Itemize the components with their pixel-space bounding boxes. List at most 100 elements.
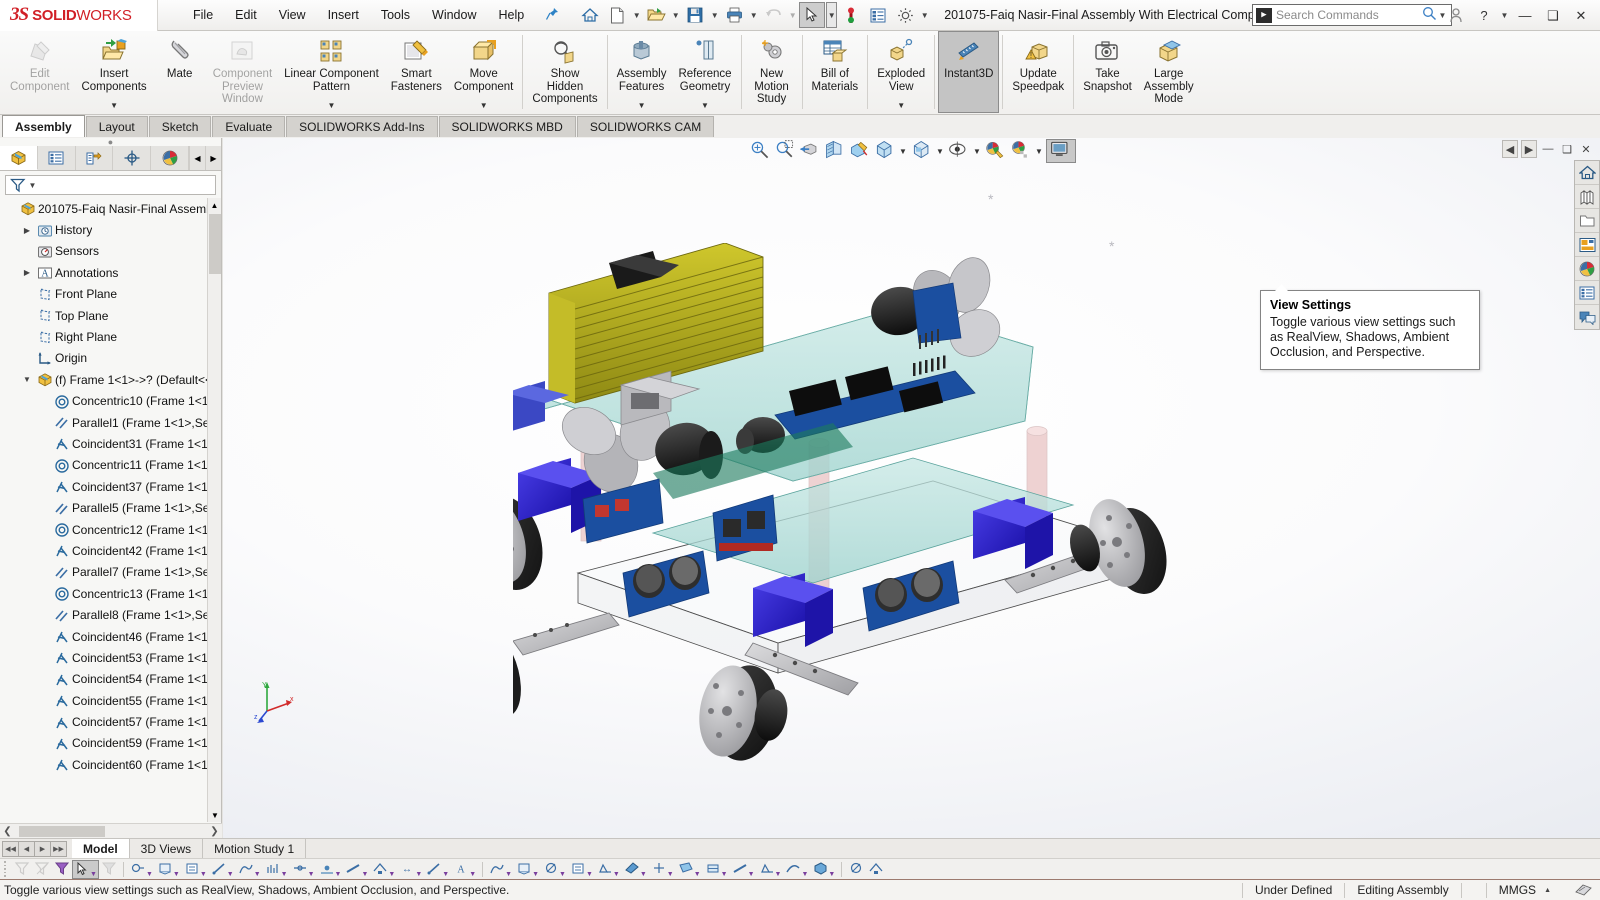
command-tab-layout[interactable]: Layout (85, 116, 148, 137)
selection-filter-filter-solid-bodies[interactable]: ▼ (236, 860, 263, 879)
selection-filter-filter-tables[interactable]: ▼ (595, 860, 622, 879)
filter-caret-icon[interactable]: ▼ (200, 871, 207, 878)
tree-node[interactable]: Top Plane (0, 305, 221, 326)
tree-filter-input[interactable]: ▼ (5, 175, 216, 195)
tree-vertical-scrollbar[interactable]: ▲ ▼ (207, 198, 221, 822)
tree-hscroll-thumb[interactable] (19, 825, 105, 837)
tab-scroll-left-button[interactable]: ◀ (189, 146, 205, 170)
tree-node[interactable]: Parallel7 (Frame 1<1>,Serv (0, 562, 221, 583)
ribbon-button-exploded-view[interactable]: Exploded View ▼ (871, 31, 931, 113)
filter-caret-icon[interactable]: ▼ (227, 871, 234, 878)
menu-tools[interactable]: Tools (370, 4, 421, 26)
command-tab-assembly[interactable]: Assembly (2, 115, 85, 137)
view-toolbar-edit-appearance[interactable] (984, 140, 1008, 162)
filter-caret-icon[interactable]: ▼ (801, 871, 808, 878)
selection-filter-filter-connection-points[interactable]: ▼ (676, 860, 703, 879)
command-tab-sketch[interactable]: Sketch (148, 116, 212, 137)
filter-caret-icon[interactable]: ▼ (415, 871, 422, 878)
tab-scroll-right-button[interactable]: ▶ (205, 146, 221, 170)
filter-caret-icon[interactable]: ▼ (748, 871, 755, 878)
open-folder-icon[interactable] (643, 2, 669, 28)
filter-caret-icon[interactable]: ▼ (442, 871, 449, 878)
command-tab-solidworks-cam[interactable]: SOLIDWORKS CAM (576, 116, 715, 137)
minimize-icon[interactable]: — (1512, 3, 1538, 29)
view-toolbar-caret-icon[interactable]: ▼ (935, 147, 946, 156)
filter-caret-icon[interactable]: ▼ (27, 181, 38, 190)
selection-filter-filter-planes[interactable]: ▼ (290, 860, 317, 879)
selection-filter-filter-edges[interactable]: ▼ (155, 860, 182, 879)
view-toolbar-zoom-to-fit[interactable] (748, 140, 772, 162)
view-palette-icon[interactable] (1575, 233, 1599, 257)
filter-caret-icon[interactable]: ▼ (775, 871, 782, 878)
ribbon-button-smart-fasteners[interactable]: Smart Fasteners (385, 31, 448, 113)
pin-icon[interactable] (545, 7, 559, 24)
overlay-icon[interactable] (1563, 883, 1600, 898)
units-caret-icon[interactable]: ▲ (1544, 887, 1551, 894)
previous-document-icon[interactable]: ◀ (1502, 140, 1518, 158)
filter-caret-icon[interactable]: ▼ (586, 871, 593, 878)
filter-caret-icon[interactable]: ▼ (532, 871, 539, 878)
ribbon-button-update-speedpak[interactable]: ! Update Speedpak (1006, 31, 1070, 113)
menu-help[interactable]: Help (488, 4, 536, 26)
ribbon-button-instant3d[interactable]: Instant3D (938, 31, 1000, 113)
selection-filter-filter-toggle-selected[interactable] (866, 860, 886, 879)
selection-filter-filter-dimensions[interactable]: ▼ (424, 860, 451, 879)
help-caret-icon[interactable]: ▼ (1499, 11, 1510, 20)
filter-caret-icon[interactable]: ▼ (173, 871, 180, 878)
property-manager-tab[interactable] (37, 146, 76, 170)
ribbon-button-show-hidden-components[interactable]: Show Hidden Components (526, 31, 603, 113)
selection-filter-filter-notes[interactable]: ▼ (487, 860, 514, 879)
tree-node[interactable]: Parallel1 (Frame 1<1>,Serv (0, 412, 221, 433)
selection-filter-filter-measure[interactable]: ▼ (810, 860, 837, 879)
tree-node[interactable]: Concentric10 (Frame 1<1> (0, 391, 221, 412)
tree-node[interactable]: Coincident53 (Frame 1<1> (0, 647, 221, 668)
filter-caret-icon[interactable]: ▼ (667, 871, 674, 878)
configuration-manager-tab[interactable] (75, 146, 114, 170)
ribbon-dropdown-caret-icon[interactable]: ▼ (110, 101, 118, 110)
ribbon-dropdown-caret-icon[interactable]: ▼ (897, 101, 905, 110)
tree-node[interactable]: Coincident37 (Frame 1<1> (0, 476, 221, 497)
filter-caret-icon[interactable]: ▼ (828, 871, 835, 878)
first-tab-button[interactable]: ◀◀ (2, 840, 19, 857)
solidworks-resources-icon[interactable] (1575, 161, 1599, 185)
tree-scroll-down-button[interactable]: ▼ (208, 808, 222, 822)
tree-node[interactable]: Coincident60 (Frame 1<1> (0, 754, 221, 775)
search-icon[interactable] (1422, 6, 1437, 24)
tree-node[interactable]: 201075-Faiq Nasir-Final Assembly W (0, 198, 221, 219)
tree-node[interactable]: Parallel5 (Frame 1<1>,Serv (0, 497, 221, 518)
ribbon-button-reference-geometry[interactable]: Reference Geometry ▼ (672, 31, 737, 113)
command-tab-solidworks-add-ins[interactable]: SOLIDWORKS Add-Ins (286, 116, 438, 137)
chevron-right-icon[interactable]: ▶ (19, 226, 35, 235)
view-toolbar-view-orientation[interactable] (873, 140, 897, 162)
select-cursor-icon[interactable] (799, 2, 826, 28)
tree-node[interactable]: Coincident46 (Frame 1<1> (0, 626, 221, 647)
view-toolbar-view-orientation-paint[interactable] (848, 140, 872, 162)
selection-filter-select-arrow[interactable]: ▼ (72, 859, 99, 879)
ribbon-dropdown-caret-icon[interactable]: ▼ (328, 101, 336, 110)
tree-node[interactable]: Coincident59 (Frame 1<1> (0, 733, 221, 754)
tree-node[interactable]: Concentric12 (Frame 1<1> (0, 519, 221, 540)
tree-node[interactable]: ▶ A Annotations (0, 262, 221, 283)
filter-caret-icon[interactable]: ▼ (90, 871, 97, 878)
ribbon-button-insert-components[interactable]: Insert Components ▼ (75, 31, 152, 113)
selection-filter-filter-routing-points[interactable]: ▼ (649, 860, 676, 879)
tree-scroll-up-button[interactable]: ▲ (208, 198, 221, 212)
tree-node[interactable]: Coincident31 (Frame 1<1> (0, 433, 221, 454)
undo-icon[interactable] (760, 2, 786, 28)
print-caret-icon[interactable]: ▼ (748, 11, 759, 20)
minimize-window-icon[interactable]: — (1540, 140, 1556, 158)
selection-filter-filter-dowel-symbols[interactable]: ▼ (757, 860, 784, 879)
close-icon[interactable]: ✕ (1568, 3, 1594, 29)
selection-filter-filter-gtol[interactable]: ▼ (703, 860, 730, 879)
selection-filter-filter-center-marks[interactable]: ↔ ▼ (397, 860, 424, 879)
command-tab-solidworks-mbd[interactable]: SOLIDWORKS MBD (438, 116, 576, 137)
view-toolbar-display-style[interactable] (910, 140, 934, 162)
tree-node[interactable]: Concentric11 (Frame 1<1> (0, 455, 221, 476)
menu-view[interactable]: View (268, 4, 317, 26)
ribbon-button-assembly-features[interactable]: Assembly Features ▼ (611, 31, 673, 113)
document-tab-3d-views[interactable]: 3D Views (130, 838, 204, 859)
search-commands-box[interactable]: ▶ Search Commands ▼ (1252, 4, 1452, 26)
filter-caret-icon[interactable]: ▼ (146, 871, 153, 878)
filter-caret-icon[interactable]: ▼ (335, 871, 342, 878)
view-toolbar-section-view[interactable] (823, 140, 847, 162)
